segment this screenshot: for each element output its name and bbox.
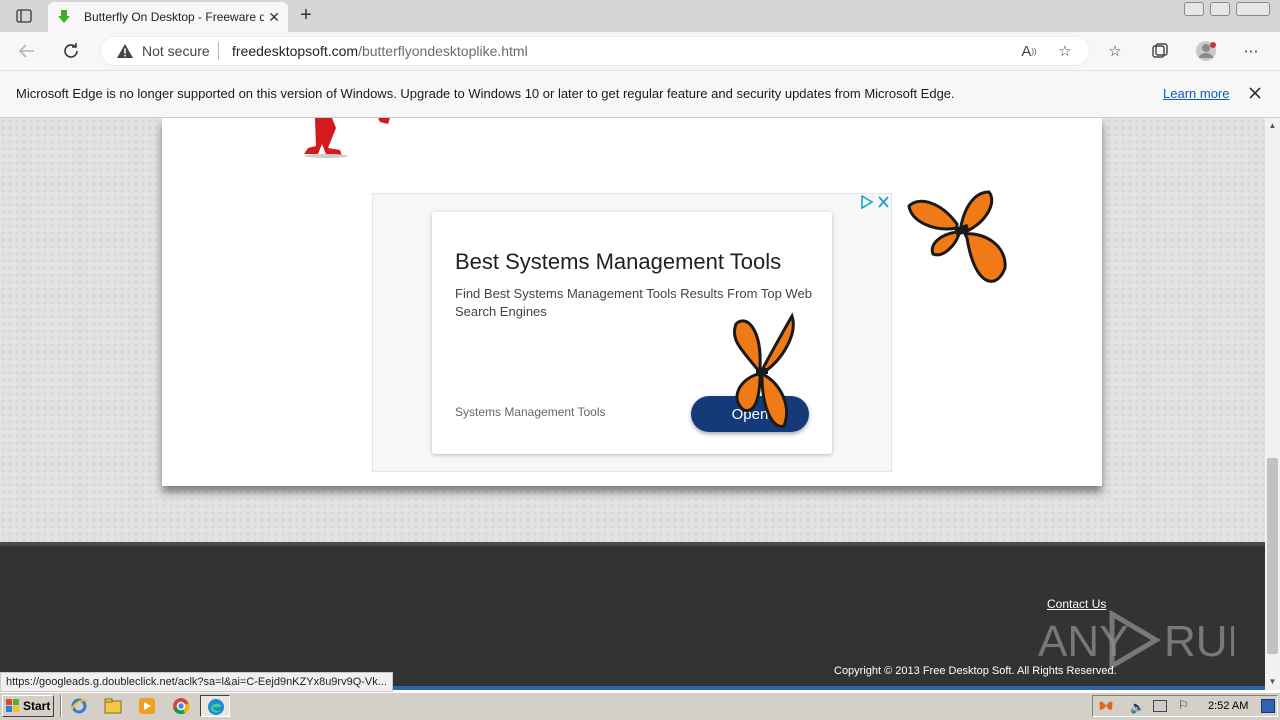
learn-more-link[interactable]: Learn more	[1163, 86, 1229, 101]
tab-close-icon[interactable]: ✕	[268, 9, 280, 26]
reload-icon[interactable]	[60, 40, 84, 62]
add-favorite-icon[interactable]: ☆	[1054, 40, 1076, 62]
chrome-icon[interactable]	[172, 697, 190, 715]
status-bar-url: https://googleads.g.doubleclick.net/aclk…	[0, 672, 393, 692]
back-arrow-icon[interactable]	[16, 40, 40, 62]
action-center-flag-icon[interactable]: ⚐	[1178, 698, 1189, 712]
internet-explorer-icon[interactable]	[70, 697, 88, 715]
file-explorer-icon[interactable]	[104, 697, 122, 715]
ad-title[interactable]: Best Systems Management Tools	[455, 249, 781, 275]
tab-actions-icon[interactable]	[8, 6, 40, 26]
url-host: freedesktopsoft.com	[232, 43, 359, 59]
url-path: /butterflyondesktoplike.html	[358, 43, 528, 59]
butterfly-icon	[907, 190, 1007, 283]
watermark-left-text: ANY	[1038, 617, 1128, 666]
edge-icon	[208, 699, 224, 715]
windows-flag-icon	[6, 699, 19, 712]
copyright-text: Copyright © 2013 Free Desktop Soft. All …	[834, 665, 1117, 677]
profile-avatar-icon[interactable]	[1195, 40, 1217, 62]
start-button[interactable]: Start	[2, 695, 54, 717]
taskbar-clock[interactable]: 2:52 AM	[1208, 700, 1248, 712]
scrollbar-thumb[interactable]	[1267, 458, 1278, 654]
show-desktop-icon[interactable]	[1261, 699, 1275, 713]
tab-active[interactable]: Butterfly On Desktop - Freeware download…	[48, 2, 288, 32]
infobar-message: Microsoft Edge is no longer supported on…	[16, 86, 955, 101]
new-tab-icon[interactable]: +	[296, 5, 316, 26]
taskbar-separator	[60, 695, 62, 717]
tab-title: Butterfly On Desktop - Freeware download	[84, 10, 264, 24]
minimize-button[interactable]	[1184, 2, 1204, 16]
edge-taskbar-button[interactable]	[200, 695, 230, 717]
butterfly-icon	[733, 312, 795, 428]
media-player-icon[interactable]	[138, 697, 156, 715]
anyrun-watermark-logo: ANY RUN	[1038, 606, 1259, 674]
infobar-close-icon[interactable]	[1246, 84, 1264, 102]
volume-icon[interactable]: 🔈	[1130, 700, 1145, 714]
address-divider	[218, 42, 219, 60]
security-label[interactable]: Not secure	[142, 43, 210, 59]
start-label: Start	[23, 699, 51, 713]
collections-icon[interactable]	[1149, 40, 1171, 62]
butterfly-tray-icon[interactable]	[1098, 699, 1114, 713]
more-menu-icon[interactable]: ⋯	[1240, 40, 1262, 62]
ad-choices-icon[interactable]	[860, 194, 890, 214]
scroll-down-icon[interactable]: ▼	[1265, 674, 1280, 690]
warning-icon[interactable]	[116, 43, 134, 64]
read-aloud-icon[interactable]: A))	[1018, 40, 1040, 62]
red-mascot-image	[290, 118, 400, 158]
watermark-right-text: RUN	[1164, 617, 1234, 666]
taskbar	[0, 692, 1280, 720]
download-arrow-icon	[58, 10, 70, 23]
url-text[interactable]: freedesktopsoft.com/butterflyondesktopli…	[232, 43, 528, 59]
close-window-button[interactable]	[1236, 2, 1270, 16]
scroll-up-icon[interactable]: ▲	[1265, 118, 1280, 134]
ad-brand: Systems Management Tools	[455, 405, 606, 419]
network-icon[interactable]	[1153, 700, 1167, 712]
restore-button[interactable]	[1210, 2, 1230, 16]
favorites-icon[interactable]: ☆	[1104, 40, 1126, 62]
